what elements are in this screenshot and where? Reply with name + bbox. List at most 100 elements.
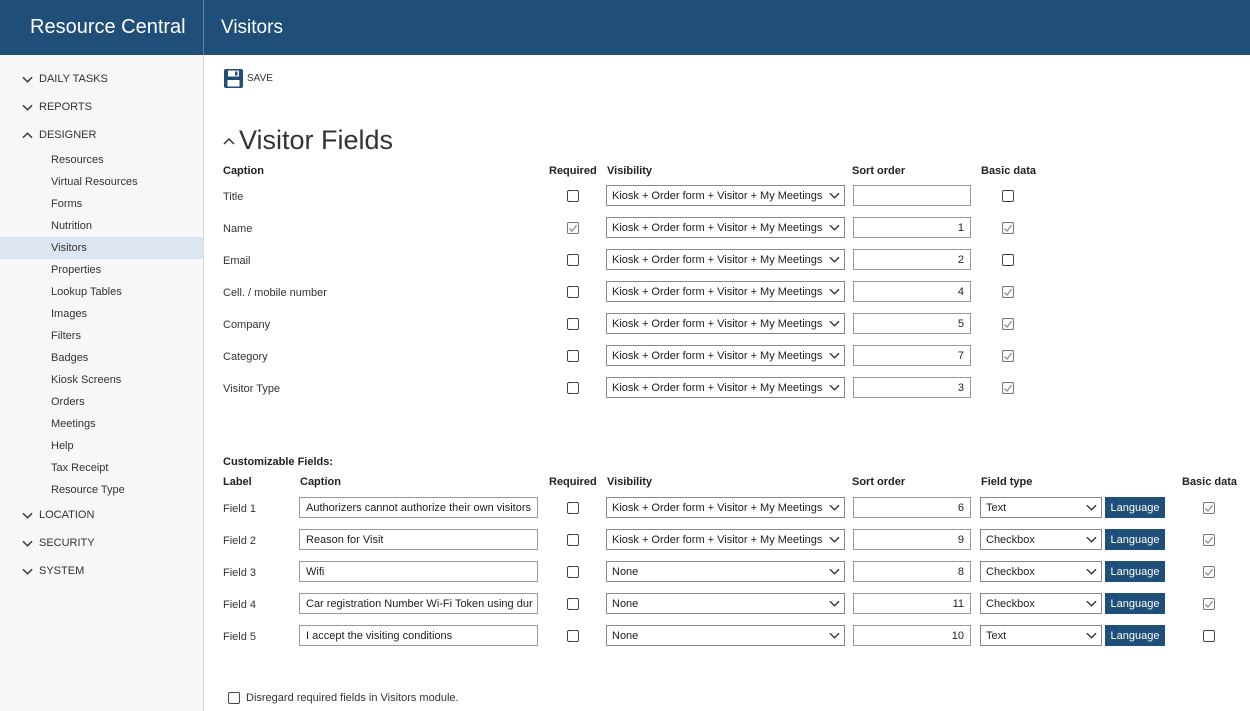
required-checkbox[interactable] xyxy=(567,254,579,266)
language-button[interactable]: Language xyxy=(1105,561,1165,582)
sidebar-item[interactable]: Virtual Resources xyxy=(0,171,203,193)
visibility-select[interactable]: Kiosk + Order form + Visitor + My Meetin… xyxy=(606,377,845,398)
language-button[interactable]: Language xyxy=(1105,625,1165,646)
sidebar-item[interactable]: Lookup Tables xyxy=(0,281,203,303)
basic-data-checkbox[interactable] xyxy=(1203,534,1215,546)
sidebar-item[interactable]: Resource Type xyxy=(0,479,203,501)
basic-data-checkbox[interactable] xyxy=(1203,502,1215,514)
sidebar-item[interactable]: Forms xyxy=(0,193,203,215)
required-checkbox[interactable] xyxy=(567,598,579,610)
field-label: Field 2 xyxy=(223,535,257,547)
sort-order-input[interactable]: 6 xyxy=(853,497,971,518)
caption-input[interactable]: Car registration Number Wi-Fi Token usin… xyxy=(299,593,538,614)
sidebar-group[interactable]: DAILY TASKS xyxy=(0,65,203,93)
language-button[interactable]: Language xyxy=(1105,497,1165,518)
visibility-select[interactable]: None xyxy=(606,593,845,614)
disregard-required-checkbox[interactable] xyxy=(228,692,240,704)
sidebar-item[interactable]: Tax Receipt xyxy=(0,457,203,479)
visibility-select[interactable]: Kiosk + Order form + Visitor + My Meetin… xyxy=(606,529,845,550)
sidebar-item[interactable]: Filters xyxy=(0,325,203,347)
required-checkbox[interactable] xyxy=(567,534,579,546)
caption-input[interactable]: Reason for Visit xyxy=(299,529,538,550)
basic-data-checkbox[interactable] xyxy=(1203,630,1215,642)
sidebar-item[interactable]: Help xyxy=(0,435,203,457)
floppy-disk-icon xyxy=(224,69,243,88)
sidebar-group[interactable]: SECURITY xyxy=(0,529,203,557)
sort-order-input[interactable]: 2 xyxy=(853,249,971,270)
sidebar-item[interactable]: Images xyxy=(0,303,203,325)
basic-data-checkbox[interactable] xyxy=(1002,382,1014,394)
required-checkbox[interactable] xyxy=(567,630,579,642)
required-checkbox[interactable] xyxy=(567,566,579,578)
sidebar-item[interactable]: Orders xyxy=(0,391,203,413)
sidebar-item-label: Visitors xyxy=(51,242,87,254)
disregard-required-label: Disregard required fields in Visitors mo… xyxy=(246,692,459,704)
caption-input[interactable]: Wifi xyxy=(299,561,538,582)
basic-data-checkbox[interactable] xyxy=(1002,222,1014,234)
sort-order-input[interactable]: 4 xyxy=(853,281,971,302)
field-caption: Visitor Type xyxy=(223,383,281,395)
sidebar-item[interactable]: Visitors xyxy=(0,237,203,259)
visibility-select[interactable]: Kiosk + Order form + Visitor + My Meetin… xyxy=(606,281,845,302)
visibility-select[interactable]: Kiosk + Order form + Visitor + My Meetin… xyxy=(606,345,845,366)
sidebar-item[interactable]: Kiosk Screens xyxy=(0,369,203,391)
field-type-select[interactable]: Text xyxy=(980,497,1102,518)
sort-order-input[interactable]: 7 xyxy=(853,345,971,366)
language-button[interactable]: Language xyxy=(1105,529,1165,550)
required-checkbox[interactable] xyxy=(567,502,579,514)
sort-order-input[interactable]: 9 xyxy=(853,529,971,550)
basic-data-checkbox[interactable] xyxy=(1203,566,1215,578)
sidebar-group[interactable]: REPORTS xyxy=(0,93,203,121)
caption-input[interactable]: I accept the visiting conditions xyxy=(299,625,538,646)
required-checkbox[interactable] xyxy=(567,222,579,234)
basic-data-checkbox[interactable] xyxy=(1002,286,1014,298)
sort-order-input[interactable]: 1 xyxy=(853,217,971,238)
visibility-select[interactable]: Kiosk + Order form + Visitor + My Meetin… xyxy=(606,249,845,270)
chevron-down-icon xyxy=(829,503,840,512)
visibility-value: Kiosk + Order form + Visitor + My Meetin… xyxy=(612,381,823,394)
disregard-required-option[interactable]: Disregard required fields in Visitors mo… xyxy=(228,692,459,704)
required-checkbox[interactable] xyxy=(567,382,579,394)
required-checkbox[interactable] xyxy=(567,286,579,298)
sort-order-input[interactable]: 5 xyxy=(853,313,971,334)
field-type-select[interactable]: Text xyxy=(980,625,1102,646)
basic-data-checkbox[interactable] xyxy=(1002,350,1014,362)
save-button[interactable]: SAVE xyxy=(224,69,273,88)
field-type-value: Checkbox xyxy=(986,597,1035,610)
sidebar-item[interactable]: Badges xyxy=(0,347,203,369)
sort-order-input[interactable]: 10 xyxy=(853,625,971,646)
field-type-select[interactable]: Checkbox xyxy=(980,593,1102,614)
visibility-select[interactable]: Kiosk + Order form + Visitor + My Meetin… xyxy=(606,185,845,206)
sort-order-value: 9 xyxy=(957,533,964,546)
section-header[interactable]: Visitor Fields xyxy=(223,125,393,156)
sort-order-input[interactable]: 11 xyxy=(853,593,971,614)
field-type-select[interactable]: Checkbox xyxy=(980,529,1102,550)
basic-data-checkbox[interactable] xyxy=(1002,254,1014,266)
visibility-select[interactable]: None xyxy=(606,625,845,646)
sort-order-input[interactable] xyxy=(853,185,971,206)
field-type-select[interactable]: Checkbox xyxy=(980,561,1102,582)
sort-order-input[interactable]: 3 xyxy=(853,377,971,398)
basic-data-checkbox[interactable] xyxy=(1002,190,1014,202)
required-checkbox[interactable] xyxy=(567,318,579,330)
visibility-select[interactable]: None xyxy=(606,561,845,582)
sidebar-item[interactable]: Meetings xyxy=(0,413,203,435)
sort-order-input[interactable]: 8 xyxy=(853,561,971,582)
visibility-select[interactable]: Kiosk + Order form + Visitor + My Meetin… xyxy=(606,217,845,238)
language-button[interactable]: Language xyxy=(1105,593,1165,614)
sidebar-item[interactable]: Properties xyxy=(0,259,203,281)
sidebar-item[interactable]: Nutrition xyxy=(0,215,203,237)
sidebar-group[interactable]: LOCATION xyxy=(0,501,203,529)
basic-data-checkbox[interactable] xyxy=(1203,598,1215,610)
app-brand[interactable]: Resource Central xyxy=(0,0,204,55)
visibility-select[interactable]: Kiosk + Order form + Visitor + My Meetin… xyxy=(606,497,845,518)
visibility-select[interactable]: Kiosk + Order form + Visitor + My Meetin… xyxy=(606,313,845,334)
caption-input[interactable]: Authorizers cannot authorize their own v… xyxy=(299,497,538,518)
sidebar-group[interactable]: DESIGNER xyxy=(0,121,203,149)
sidebar-item[interactable]: Resources xyxy=(0,149,203,171)
sidebar-group[interactable]: SYSTEM xyxy=(0,557,203,585)
basic-data-checkbox[interactable] xyxy=(1002,318,1014,330)
required-checkbox[interactable] xyxy=(567,190,579,202)
required-checkbox[interactable] xyxy=(567,350,579,362)
sort-order-header: Sort order xyxy=(852,476,906,488)
